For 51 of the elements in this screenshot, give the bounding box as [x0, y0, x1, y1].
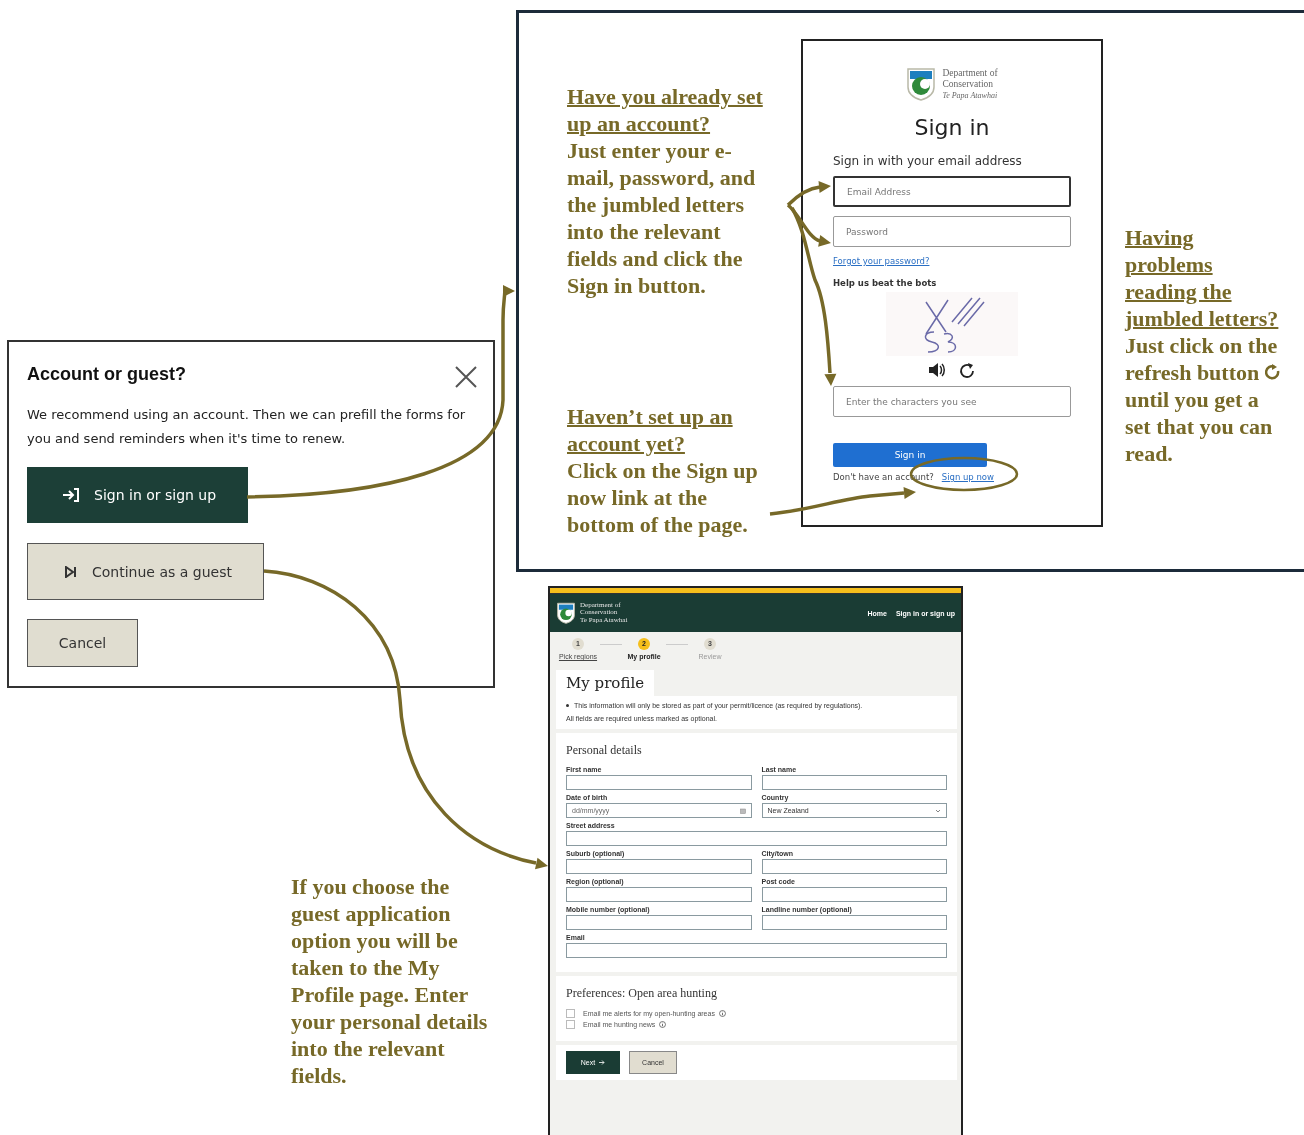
page-title: Sign in [913, 115, 991, 140]
dialog-title: Account or guest? [27, 364, 186, 385]
captcha-field[interactable]: Enter the characters you see [833, 386, 1071, 417]
callout-text: Just click on the refresh button until you get a set that you can read. [1125, 332, 1285, 467]
callout-heading: Haven’t set up an account yet? [567, 403, 734, 457]
chevron-icon [935, 808, 941, 813]
text-field[interactable] [566, 859, 752, 874]
checkbox[interactable] [566, 1009, 575, 1018]
page-title: My profile [556, 670, 655, 696]
callout-heading: Having problems reading the jumbled letters? [1125, 224, 1280, 332]
callout-text: Click on the Sign up now link at the bottom of the page. [567, 457, 759, 538]
checkbox[interactable] [566, 1020, 575, 1029]
logo-text: Department of Conservation Te Papa Atawhai [942, 67, 998, 101]
text-field[interactable] [566, 887, 752, 902]
dialog-message: We recommend using an account. Then we can prefill the forms for you and send reminders when it's time to renew. [27, 406, 467, 448]
text-field[interactable] [566, 915, 752, 930]
text-field[interactable] [566, 775, 752, 790]
info-icon[interactable] [718, 1010, 726, 1017]
sign-in-button[interactable]: Sign in [833, 443, 987, 467]
speaker-icon[interactable] [928, 362, 946, 378]
calendar-icon[interactable] [739, 807, 746, 814]
info-icon[interactable] [659, 1021, 667, 1028]
refresh-icon [1264, 364, 1281, 382]
captcha-label: Help us beat the bots [833, 278, 938, 288]
arrow-right-icon [599, 1060, 606, 1065]
text-field[interactable] [566, 943, 947, 958]
section-heading: Preferences: Open area hunting [566, 986, 718, 1001]
bullet-icon [566, 704, 569, 707]
callout-text: If you choose the guest application option you will be taken to the My Profile page. Enter your personal details into the relevant fields. [291, 873, 489, 1089]
text-field[interactable] [761, 775, 947, 790]
callout-heading: Have you already set up an account? [567, 83, 764, 137]
text-field[interactable] [566, 831, 947, 846]
email-field[interactable]: Email Address [833, 176, 1071, 207]
sign-in-button[interactable]: Sign in or sign up [27, 467, 248, 523]
text-field[interactable] [761, 915, 947, 930]
crest-icon [556, 602, 576, 624]
text-field[interactable] [761, 887, 947, 902]
sign-in-icon [62, 487, 80, 503]
sign-up-link[interactable]: Sign up now [941, 472, 994, 482]
crest-icon [906, 67, 937, 101]
close-icon[interactable] [455, 366, 477, 388]
forgot-password-link[interactable]: Forgot your password? [833, 256, 1071, 266]
guest-button[interactable]: Continue as a guest [27, 543, 264, 600]
section-heading: Personal details [566, 743, 643, 758]
password-field[interactable]: Password [833, 216, 1071, 247]
cancel-button[interactable]: Cancel [27, 619, 138, 667]
subtitle: Sign in with your email address [833, 154, 1023, 168]
text-field[interactable] [761, 859, 947, 874]
refresh-icon[interactable] [958, 362, 976, 380]
skip-icon [64, 565, 78, 578]
callout-text: Just enter your e-mail, password, and the jumbled letters into the relevant fields and click the Sign in button. [567, 137, 757, 299]
